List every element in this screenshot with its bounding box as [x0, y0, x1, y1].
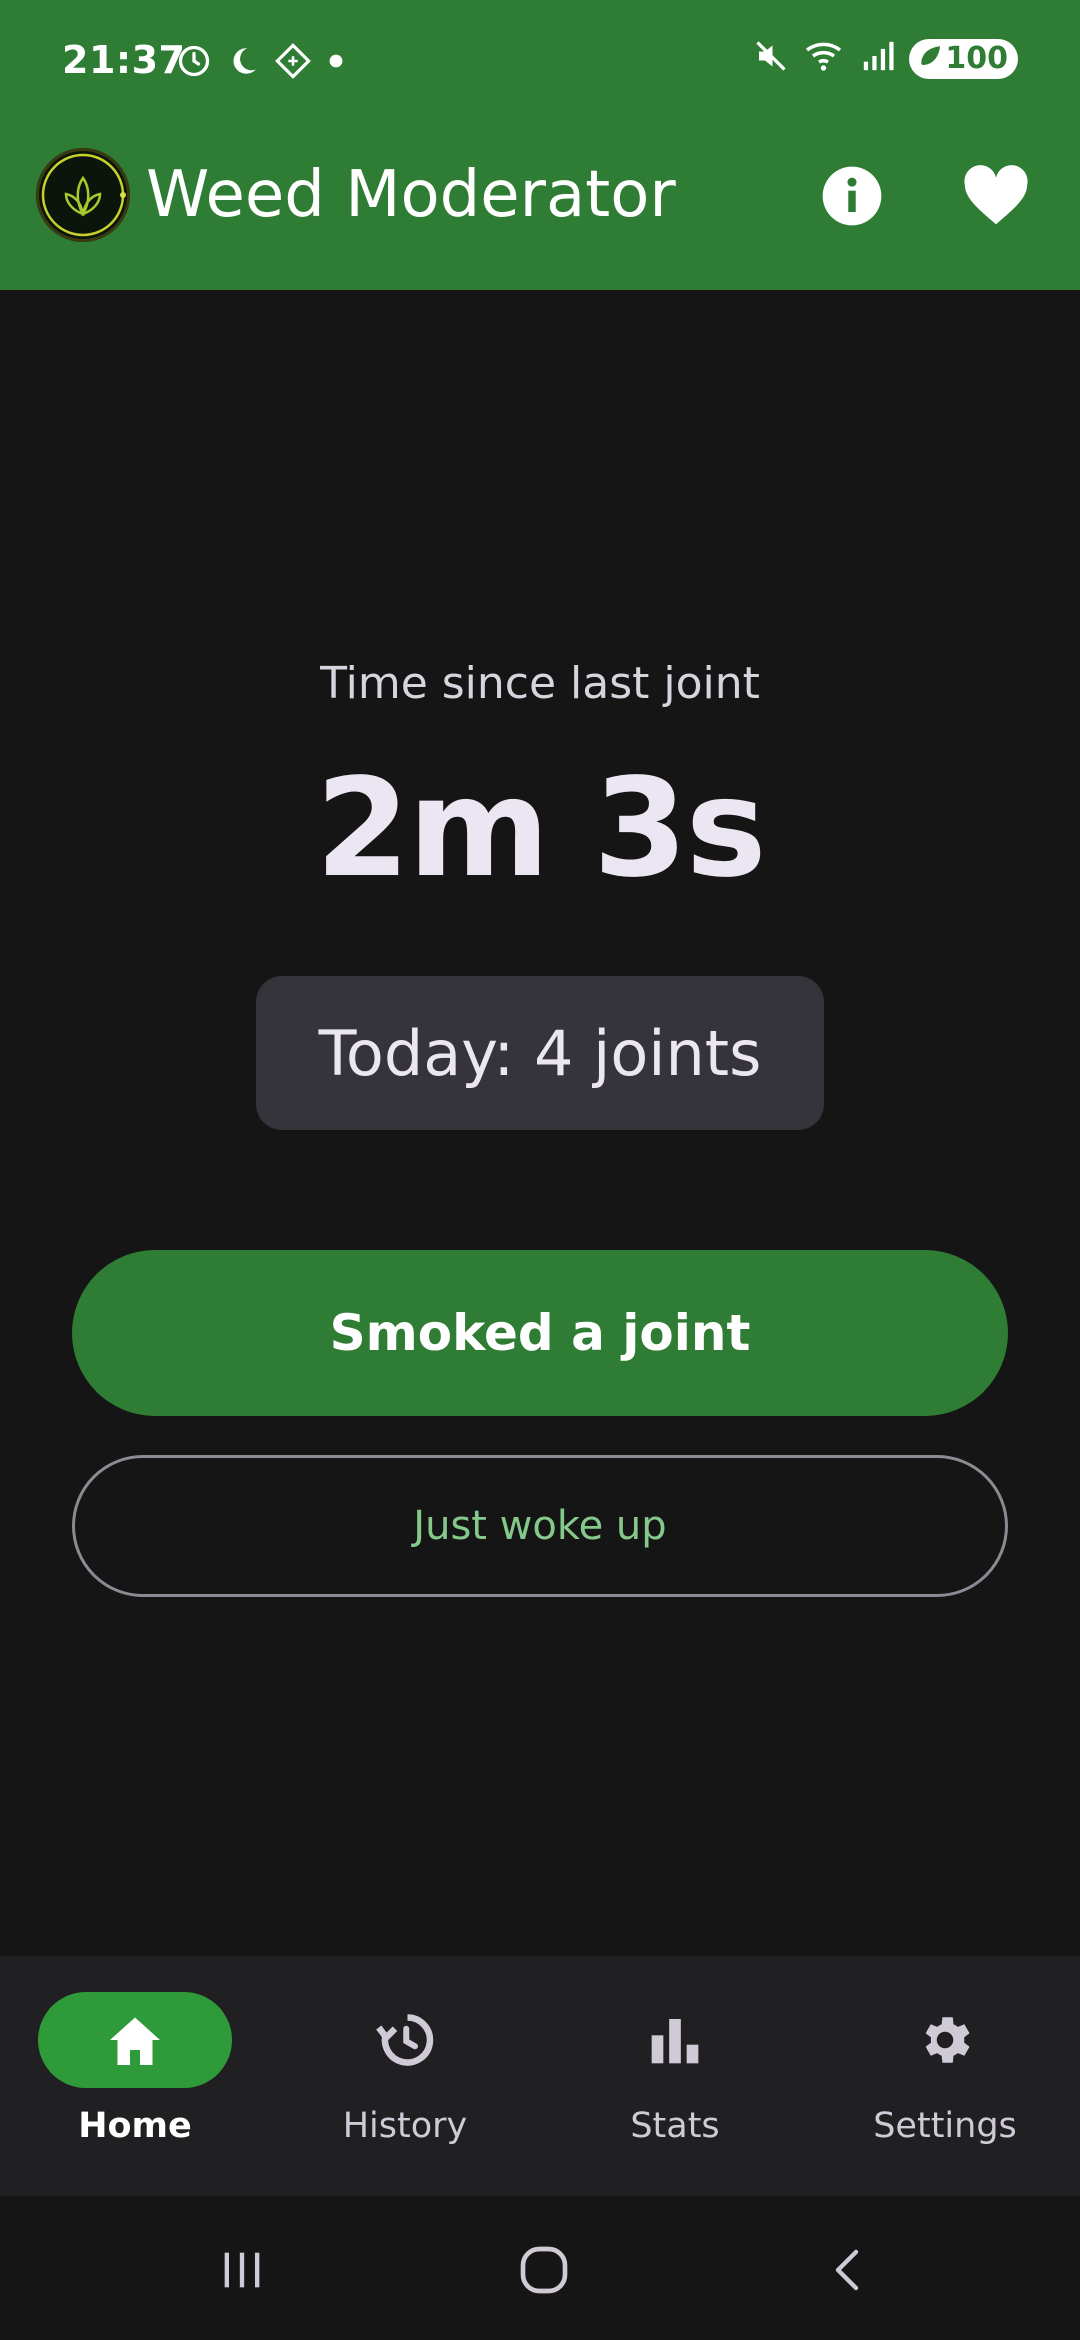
info-icon — [822, 166, 882, 226]
favorite-button[interactable] — [960, 160, 1032, 232]
today-count-text: Today: 4 joints — [318, 1016, 762, 1090]
nav-item-settings[interactable]: Settings — [810, 1992, 1080, 2172]
nav-indicator — [38, 1992, 232, 2088]
home-icon — [110, 2017, 160, 2065]
screen: 21:37 100 Weed Moderator Time since last… — [0, 0, 1080, 2340]
status-right-icons: 100 — [753, 38, 1018, 79]
wifi-icon — [803, 38, 847, 79]
battery-level: 100 — [945, 41, 1008, 76]
main-content: Time since last joint 2m 3s Today: 4 joi… — [0, 290, 1080, 1956]
nfc-diamond-icon — [274, 42, 312, 85]
today-count-chip: Today: 4 joints — [256, 976, 824, 1130]
time-since-label: Time since last joint — [320, 658, 760, 709]
nav-item-stats[interactable]: Stats — [540, 1992, 810, 2172]
recents-icon — [224, 2252, 260, 2288]
battery-indicator: 100 — [909, 38, 1018, 79]
moon-icon — [226, 44, 260, 83]
info-button[interactable] — [816, 160, 888, 232]
signal-icon — [861, 39, 895, 78]
app-bar: Weed Moderator — [0, 128, 1080, 290]
bar-chart-icon — [651, 2019, 699, 2064]
nav-label-stats: Stats — [630, 2106, 720, 2146]
nav-label-home: Home — [78, 2106, 192, 2146]
battery-saver-icon — [915, 40, 945, 78]
mute-icon — [753, 38, 789, 79]
status-left-icons — [176, 42, 346, 85]
nav-indicator — [578, 1992, 772, 2088]
back-button[interactable] — [812, 2234, 884, 2306]
elapsed-time: 2m 3s — [315, 750, 766, 908]
status-time: 21:37 — [62, 38, 186, 82]
back-icon — [835, 2249, 859, 2291]
alarm-icon — [176, 43, 212, 84]
system-home-button[interactable] — [508, 2234, 580, 2306]
leaf-logo-icon — [36, 148, 130, 242]
heart-icon — [964, 165, 1028, 225]
system-navigation-bar — [0, 2196, 1080, 2340]
dot-icon — [326, 51, 346, 76]
smoked-a-joint-button[interactable]: Smoked a joint — [72, 1250, 1008, 1416]
history-icon — [376, 2014, 434, 2066]
nav-item-home[interactable]: Home — [0, 1992, 270, 2172]
bottom-navigation: Home History Stats Settings — [0, 1956, 1080, 2196]
home-circle-icon — [520, 2246, 568, 2294]
nav-item-history[interactable]: History — [270, 1992, 540, 2172]
nav-indicator — [848, 1992, 1042, 2088]
nav-label-settings: Settings — [873, 2106, 1017, 2146]
nav-label-history: History — [342, 2106, 468, 2146]
just-woke-up-button[interactable]: Just woke up — [72, 1455, 1008, 1597]
gear-icon — [925, 2017, 970, 2063]
recents-button[interactable] — [206, 2234, 278, 2306]
status-bar: 21:37 100 — [0, 0, 1080, 128]
app-title: Weed Moderator — [146, 158, 676, 232]
nav-indicator — [308, 1992, 502, 2088]
